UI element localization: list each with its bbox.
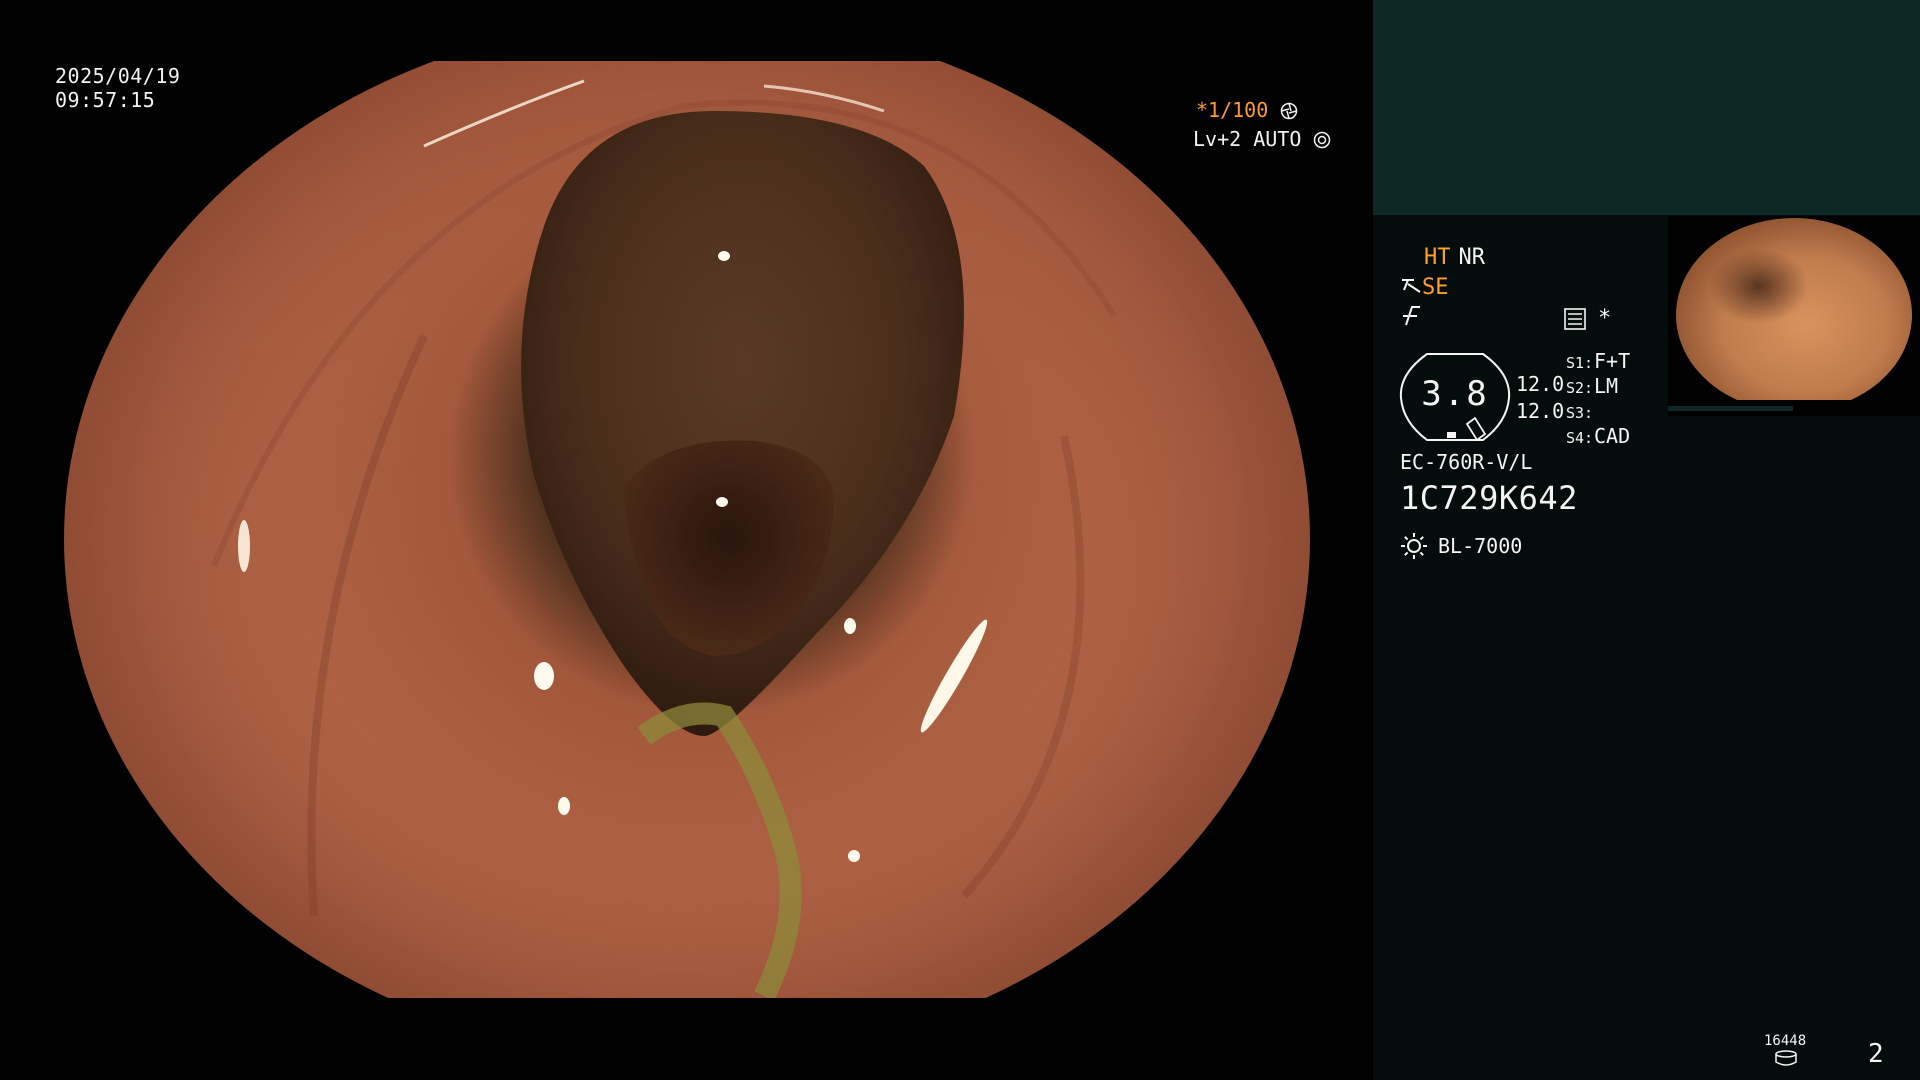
star-indicator: *: [1598, 306, 1612, 331]
endoscope-image: [64, 61, 1310, 998]
shutter-speed: *1/100: [1196, 98, 1298, 122]
page-number: 2: [1868, 1039, 1884, 1069]
value-a: 12.0: [1516, 372, 1565, 396]
endoscopy-monitor: 2025/04/19 09:57:15 *1/100 Lv+2 AUTO HT N…: [0, 0, 1920, 1080]
scope-model: EC-760R-V/L: [1400, 450, 1533, 474]
image-count: 16448: [1764, 1033, 1807, 1049]
nr-label: NR: [1458, 245, 1486, 270]
thumbnail-preview: [1668, 216, 1920, 416]
ht-nr-status: HT NR: [1424, 245, 1485, 271]
s4-value: CAD: [1594, 424, 1631, 448]
s4-label: S4:: [1566, 429, 1594, 447]
endoscope-view: 2025/04/19 09:57:15 *1/100 Lv+2 AUTO: [0, 0, 1373, 1080]
storage-disk-icon: [1775, 1050, 1797, 1066]
datetime-display: 2025/04/19 09:57:15: [55, 64, 180, 112]
thumbnail-image: [1676, 218, 1912, 400]
auto-iris-icon: [1314, 131, 1331, 149]
s2-value: LM: [1594, 374, 1619, 398]
info-panel-header: [1373, 0, 1920, 215]
shutter-speed-text: *1/100: [1196, 98, 1269, 122]
se-label: SE: [1422, 275, 1449, 300]
time-text: 09:57:15: [55, 88, 156, 112]
brightness-level: Lv+2 AUTO: [1193, 127, 1331, 151]
level-text: Lv+2 AUTO: [1193, 127, 1302, 151]
f-mode-icon: [1403, 306, 1420, 326]
mucosa-illustration: [211, 79, 1117, 998]
s1-label: S1:: [1566, 354, 1594, 372]
date-text: 2025/04/19: [55, 64, 181, 88]
s2-label: S2:: [1566, 379, 1594, 397]
structure-enhance-icon: [1402, 279, 1421, 293]
scope-serial: 1C729K642: [1400, 479, 1578, 517]
thumbnail-bar: [1668, 406, 1793, 411]
value-b: 12.0: [1516, 399, 1565, 423]
se-status: SE: [1400, 275, 1449, 301]
menu-list-icon: [1564, 308, 1586, 330]
s1-value: F+T: [1594, 349, 1631, 373]
shutter-icon: [1281, 102, 1298, 120]
s3-label: S3:: [1566, 404, 1594, 422]
light-source-label: BL-7000: [1438, 534, 1523, 558]
ht-label: HT: [1424, 245, 1451, 270]
gauge-value: 3.8: [1421, 374, 1489, 414]
light-source-icon: [1401, 533, 1427, 559]
